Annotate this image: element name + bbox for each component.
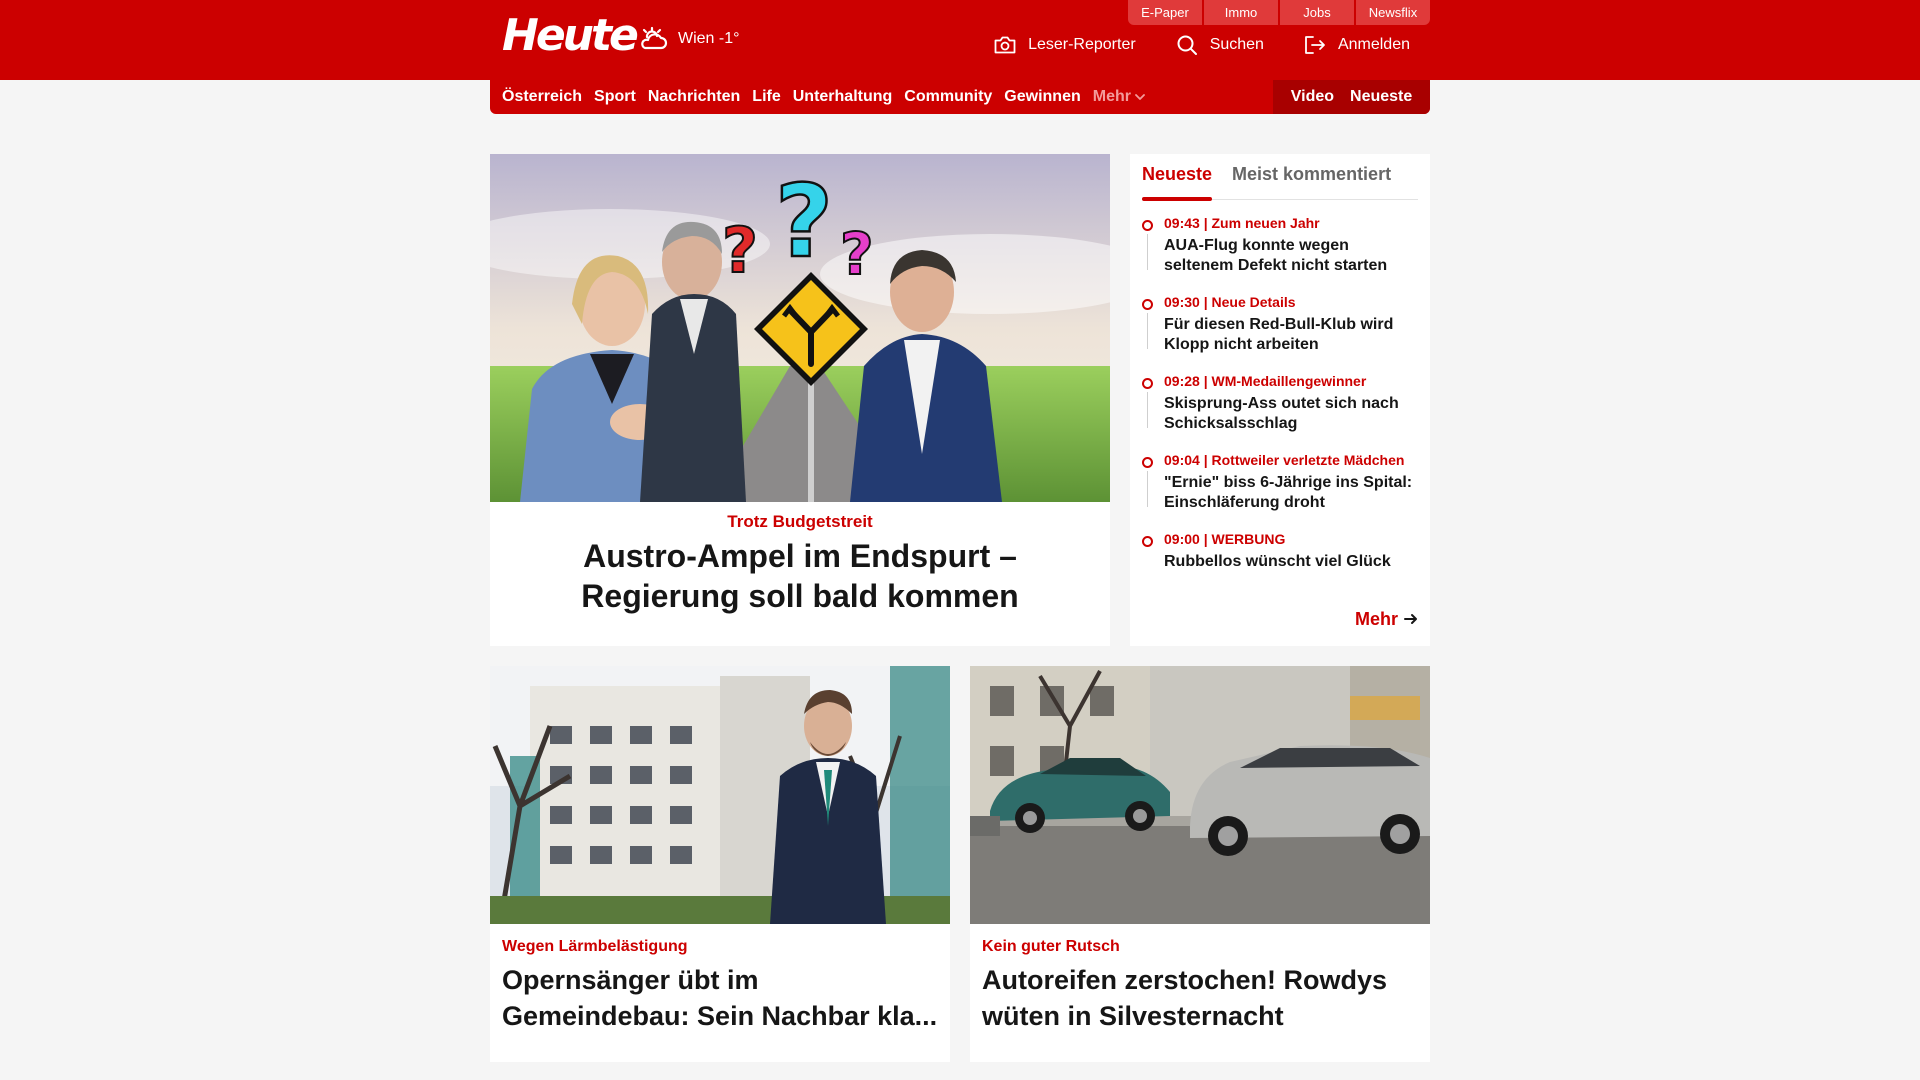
article-card-kicker: Wegen Lärmbelästigung — [502, 938, 688, 955]
timeline-dot-icon — [1142, 536, 1153, 547]
nav-more-label: Mehr — [1092, 88, 1131, 105]
cloud-sun-icon — [638, 26, 670, 52]
ticker-item-meta: 09:43 | Zum neuen Jahr — [1164, 215, 1320, 231]
nav-item-neueste[interactable]: Neueste — [1350, 88, 1412, 106]
timeline-connector — [1147, 313, 1148, 349]
nav-item-gewinnen[interactable]: Gewinnen — [1004, 88, 1080, 106]
tab-neueste[interactable]: Neueste — [1142, 164, 1213, 201]
sidebar-tabs: Neueste Meist kommentiert — [1142, 164, 1418, 201]
hero-illustration: ? ? ? — [490, 154, 1110, 502]
search-label: Suchen — [1209, 36, 1264, 53]
hero-article[interactable]: ? ? ? Trotz Budgetstreit Austro-Ampel im… — [490, 154, 1110, 646]
sidebar-more-label: Mehr — [1354, 609, 1398, 629]
service-link-jobs[interactable]: Jobs — [1280, 0, 1354, 25]
nav-item-community[interactable]: Community — [904, 88, 992, 106]
site-header: Heute Wien -1° E-Paper Immo Jobs Newsfli… — [0, 0, 1920, 80]
ticker-item-meta: 09:30 | Neue Details — [1164, 294, 1296, 310]
header-inner: Heute Wien -1° E-Paper Immo Jobs Newsfli… — [490, 0, 1430, 80]
timeline-connector — [1147, 471, 1148, 507]
article-card-image[interactable] — [970, 666, 1430, 924]
nav-item-oesterreich[interactable]: Österreich — [502, 88, 582, 106]
timeline-dot-icon — [1142, 457, 1153, 468]
service-link-immo[interactable]: Immo — [1204, 0, 1278, 25]
ticker-item-meta: 09:00 | WERBUNG — [1164, 531, 1286, 547]
search-button[interactable]: Suchen — [1176, 34, 1264, 56]
search-icon — [1176, 34, 1198, 56]
ticker-item[interactable]: 09:43 | Zum neuen Jahr AUA-Flug konnte w… — [1142, 214, 1422, 293]
service-links: E-Paper Immo Jobs Newsflix — [1128, 0, 1430, 25]
article-card[interactable]: Kein guter Rutsch Autoreifen zerstochen!… — [970, 666, 1430, 1062]
ticker-item[interactable]: 09:04 | Rottweiler verletzte Mädchen "Er… — [1142, 451, 1422, 530]
nav-item-nachrichten[interactable]: Nachrichten — [648, 88, 740, 106]
opera-singer-photo — [490, 666, 950, 924]
nav-item-video[interactable]: Video — [1291, 88, 1334, 106]
ticker-item-meta: 09:04 | Rottweiler verletzte Mädchen — [1164, 452, 1405, 468]
svg-text:?: ? — [722, 214, 758, 287]
timeline-dot-icon — [1142, 299, 1153, 310]
login-icon — [1304, 35, 1326, 55]
arrow-right-icon — [1404, 609, 1418, 630]
ticker-item-title[interactable]: AUA-Flug konnte wegen seltenem Defekt ni… — [1164, 236, 1422, 276]
sidebar-more-link[interactable]: Mehr — [1355, 609, 1418, 630]
article-card-headline[interactable]: Opernsänger übt im Gemeindebau: Sein Nac… — [502, 962, 942, 1034]
nav-items: Österreich Sport Nachrichten Life Unterh… — [490, 88, 1145, 106]
news-ticker-sidebar: Neueste Meist kommentiert 09:43 | Zum ne… — [1130, 154, 1430, 646]
article-card-image[interactable] — [490, 666, 950, 924]
site-logo[interactable]: Heute — [502, 12, 639, 60]
article-card[interactable]: Wegen Lärmbelästigung Opernsänger übt im… — [490, 666, 950, 1062]
service-link-newsflix[interactable]: Newsflix — [1356, 0, 1430, 25]
nav-item-unterhaltung[interactable]: Unterhaltung — [793, 88, 893, 106]
ticker-item[interactable]: 09:28 | WM-Medaillengewinner Skisprung-A… — [1142, 372, 1422, 451]
timeline-connector — [1147, 392, 1148, 428]
svg-text:?: ? — [775, 163, 833, 280]
login-button[interactable]: Anmelden — [1304, 35, 1410, 55]
service-link-epaper[interactable]: E-Paper — [1128, 0, 1202, 25]
ticker-item-title[interactable]: Skisprung-Ass outet sich nach Schicksals… — [1164, 394, 1422, 434]
hero-kicker: Trotz Budgetstreit — [727, 512, 873, 531]
cars-street-photo — [970, 666, 1430, 924]
ticker-item[interactable]: 09:00 | WERBUNG Rubbellos wünscht viel G… — [1142, 530, 1422, 609]
nav-more-dropdown[interactable]: Mehr — [1093, 88, 1145, 106]
ticker-timeline: 09:43 | Zum neuen Jahr AUA-Flug konnte w… — [1142, 214, 1422, 609]
leser-reporter-button[interactable]: Leser-Reporter — [994, 36, 1136, 54]
weather-widget[interactable]: Wien -1° — [638, 26, 740, 52]
article-card-headline[interactable]: Autoreifen zerstochen! Rowdys wüten in S… — [982, 962, 1422, 1034]
nav-right-group: Video Neueste — [1273, 80, 1430, 114]
login-label: Anmelden — [1337, 36, 1410, 53]
main-navigation: Österreich Sport Nachrichten Life Unterh… — [490, 80, 1430, 114]
timeline-dot-icon — [1142, 220, 1153, 231]
weather-label: Wien -1° — [678, 30, 740, 47]
nav-item-life[interactable]: Life — [752, 88, 780, 106]
ticker-item[interactable]: 09:30 | Neue Details Für diesen Red-Bull… — [1142, 293, 1422, 372]
svg-text:?: ? — [840, 220, 874, 288]
camera-icon — [994, 36, 1016, 54]
ticker-item-meta: 09:28 | WM-Medaillengewinner — [1164, 373, 1367, 389]
ticker-item-title[interactable]: Für diesen Red-Bull-Klub wird Klopp nich… — [1164, 315, 1422, 355]
chevron-down-icon — [1135, 88, 1145, 106]
hero-headline[interactable]: Austro-Ampel im Endspurt – Regierung sol… — [500, 536, 1100, 616]
ticker-item-title[interactable]: Rubbellos wünscht viel Glück — [1164, 552, 1422, 572]
hero-image[interactable]: ? ? ? — [490, 154, 1110, 502]
timeline-connector — [1147, 234, 1148, 270]
header-actions: Leser-Reporter Suchen Anmelden — [994, 34, 1410, 56]
leser-reporter-label: Leser-Reporter — [1028, 36, 1136, 53]
tab-meist-kommentiert[interactable]: Meist kommentiert — [1232, 164, 1391, 200]
timeline-dot-icon — [1142, 378, 1153, 389]
article-card-kicker: Kein guter Rutsch — [982, 938, 1120, 955]
ticker-item-title[interactable]: "Ernie" biss 6-Jährige ins Spital: Einsc… — [1164, 473, 1422, 513]
nav-item-sport[interactable]: Sport — [594, 88, 636, 106]
